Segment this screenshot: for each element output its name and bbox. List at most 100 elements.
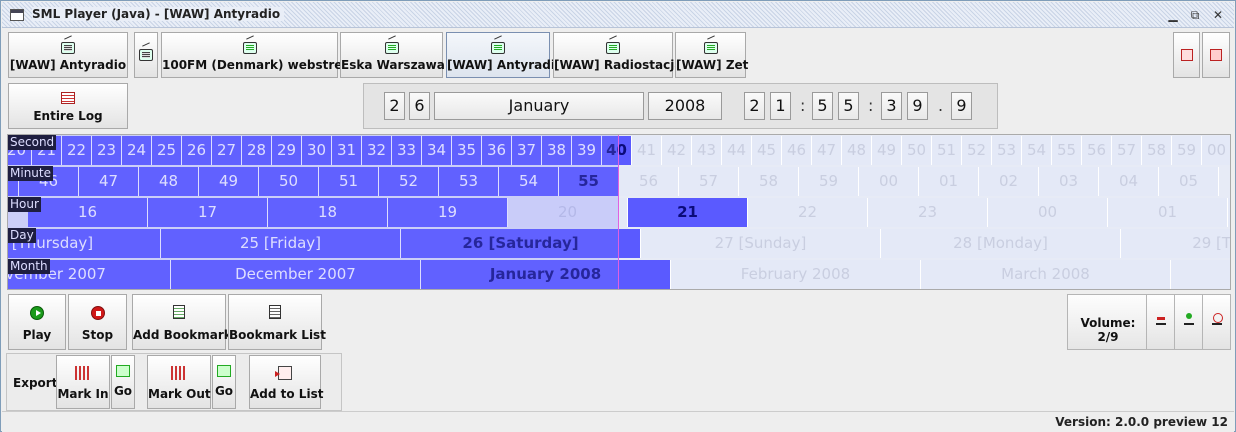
timeline-minute-cell[interactable]: 56 [619,167,679,196]
timeline-hour-cell[interactable]: 18 [268,198,388,227]
timeline-day-cell[interactable]: 26 [Saturday] [401,229,641,258]
timeline-hour-cell[interactable]: 22 [748,198,868,227]
day-digit-2[interactable]: 6 [409,92,430,120]
add-bookmark-button[interactable]: Add Bookmark [132,294,232,350]
timeline-month-cell[interactable]: March 2008 [921,260,1171,289]
timeline-minute-cell[interactable]: 05 [1159,167,1219,196]
timeline-hour-cell[interactable]: 23 [868,198,988,227]
year-field[interactable]: 2008 [648,92,722,120]
timeline-second-cell[interactable]: 40 [602,136,632,165]
timeline-second-cell[interactable]: 52 [962,136,992,165]
go-mark-in-button[interactable]: Go [111,355,135,409]
day-digit-1[interactable]: 2 [384,92,405,120]
timeline-day-cell[interactable]: 28 [Monday] [881,229,1121,258]
timeline-minute-cell[interactable]: 57 [679,167,739,196]
station-button-5[interactable]: [WAW] Radiostacja [553,32,682,78]
timeline-row-hour[interactable]: 1617181920212223000102 Hour [8,197,1230,228]
timeline-second-cell[interactable]: 48 [842,136,872,165]
timeline-row-second[interactable]: 20 21 22 23 24 25 26 27 28 29 30 31 32 33 34 35 36 37 38 39… [8,135,1230,166]
entire-log-button[interactable]: Entire Log [8,83,128,129]
timeline-row-month[interactable]: November 2007December 2007January 2008Fe… [8,259,1230,289]
hour-digit-1[interactable]: 2 [744,92,765,120]
timeline-second-cell[interactable]: 32 [362,136,392,165]
timeline-second-cell[interactable]: 28 [242,136,272,165]
timeline-hour-cell[interactable]: 21 [628,198,748,227]
month-field[interactable]: January [434,92,644,120]
timeline-day-cell[interactable]: 27 [Sunday] [641,229,881,258]
timeline-second-cell[interactable]: 43 [692,136,722,165]
add-to-list-button[interactable]: Add to List [249,355,323,409]
timeline-second-cell[interactable]: 46 [782,136,812,165]
timeline-month-cell[interactable]: April 2008 [1171,260,1230,289]
timeline-second-cell[interactable]: 54 [1022,136,1052,165]
title-bar[interactable]: SML Player (Java) - [WAW] Antyradio ▁ ⧉ … [2,2,1234,28]
timeline-hour-cell[interactable]: 19 [388,198,508,227]
timeline-second-cell[interactable]: 47 [812,136,842,165]
timeline-second-cell[interactable]: 59 [1172,136,1202,165]
timeline-second-cell[interactable]: 35 [452,136,482,165]
station-extra-button[interactable] [134,32,158,78]
minimize-icon[interactable]: ▁ [1166,8,1180,22]
timeline-hour-cell[interactable]: 20 [508,198,628,227]
timeline-second-cell[interactable]: 56 [1082,136,1112,165]
station-button-1[interactable]: [WAW] Antyradio [8,32,128,78]
timeline-month-cell[interactable]: December 2007 [171,260,421,289]
maximize-icon[interactable]: ⧉ [1188,8,1202,22]
timeline-minute-cell[interactable]: 54 [499,167,559,196]
mark-in-button[interactable]: Mark In [56,355,110,409]
timeline-minute-cell[interactable]: 51 [319,167,379,196]
timeline-second-cell[interactable]: 53 [992,136,1022,165]
timeline-second-cell[interactable]: 26 [182,136,212,165]
timeline-second-cell[interactable]: 38 [542,136,572,165]
timeline-minute-cell[interactable]: 50 [259,167,319,196]
timeline-minute-cell[interactable]: 53 [439,167,499,196]
timeline-second-cell[interactable]: 00 [1202,136,1230,165]
timeline-hour-cell[interactable]: 17 [148,198,268,227]
timeline-second-cell[interactable]: 50 [902,136,932,165]
timeline-minute-cell[interactable]: 02 [979,167,1039,196]
timeline-second-cell[interactable]: 23 [92,136,122,165]
timeline[interactable]: 20 21 22 23 24 25 26 27 28 29 30 31 32 33 34 35 36 37 38 39… [7,134,1231,290]
timeline-second-cell[interactable]: 55 [1052,136,1082,165]
tenth-digit[interactable]: 9 [951,92,972,120]
volume-up-button[interactable] [1174,295,1202,349]
second-digit-1[interactable]: 3 [881,92,902,120]
timeline-second-cell[interactable]: 31 [332,136,362,165]
timeline-minute-cell[interactable]: 52 [379,167,439,196]
timeline-minute-cell[interactable]: 58 [739,167,799,196]
timeline-minute-cell[interactable]: 00 [859,167,919,196]
timeline-minute-cell[interactable]: 55 [559,167,619,196]
timeline-month-cell[interactable]: January 2008 [421,260,671,289]
minute-digit-2[interactable]: 5 [838,92,859,120]
timeline-hour-cell[interactable]: 16 [28,198,148,227]
timeline-second-cell[interactable]: 27 [212,136,242,165]
station-button-3[interactable]: Eska Warszawa [340,32,445,78]
timeline-minute-cell[interactable]: 47 [79,167,139,196]
settings-button[interactable] [1173,32,1200,78]
station-button-4-active[interactable]: [WAW] Antyradio [446,32,563,78]
timeline-row-day[interactable]: 24 [Thursday]25 [Friday]26 [Saturday]27 … [8,228,1230,259]
go-mark-out-button[interactable]: Go [212,355,236,409]
station-button-6[interactable]: [WAW] Zet [675,32,748,78]
timeline-second-cell[interactable]: 34 [422,136,452,165]
minute-digit-1[interactable]: 5 [812,92,833,120]
timeline-second-cell[interactable]: 25 [152,136,182,165]
timeline-second-cell[interactable]: 45 [752,136,782,165]
timeline-second-cell[interactable]: 33 [392,136,422,165]
timeline-second-cell[interactable]: 39 [572,136,602,165]
bookmark-list-button[interactable]: Bookmark List [228,294,326,350]
timeline-second-cell[interactable]: 44 [722,136,752,165]
timeline-second-cell[interactable]: 49 [872,136,902,165]
second-digit-2[interactable]: 9 [907,92,928,120]
exit-button[interactable] [1202,32,1230,78]
timeline-second-cell[interactable]: 58 [1142,136,1172,165]
timeline-minute-cell[interactable]: 59 [799,167,859,196]
timeline-hour-cell[interactable]: 00 [988,198,1108,227]
timeline-minute-cell[interactable]: 48 [139,167,199,196]
timeline-second-cell[interactable]: 41 [632,136,662,165]
timeline-row-minute[interactable]: 4546474849505152535455565758590001020304… [8,166,1230,197]
timeline-day-cell[interactable]: 25 [Friday] [161,229,401,258]
play-button[interactable]: Play [8,294,66,350]
timeline-second-cell[interactable]: 37 [512,136,542,165]
timeline-second-cell[interactable]: 57 [1112,136,1142,165]
